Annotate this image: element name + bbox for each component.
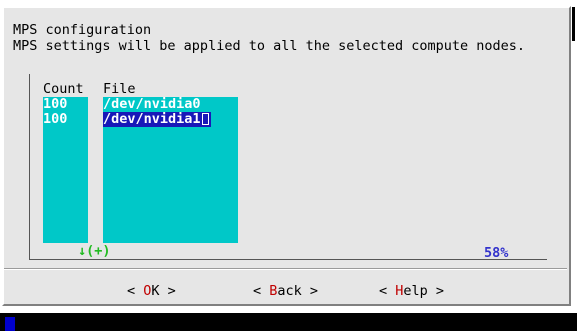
help-button-right-bracket: > bbox=[427, 283, 445, 299]
ok-button-left-bracket: < bbox=[127, 283, 144, 299]
back-button-label: ack bbox=[277, 283, 302, 299]
text-cursor bbox=[201, 113, 209, 125]
file-cell-row-1[interactable]: /dev/nvidia0 bbox=[103, 97, 201, 112]
terminal-bottom-bar bbox=[0, 313, 577, 331]
ok-button-right-bracket: > bbox=[159, 283, 176, 299]
scroll-percent: 58% bbox=[484, 245, 509, 261]
dialog-description: MPS settings will be applied to all the … bbox=[13, 38, 526, 54]
button-separator bbox=[4, 269, 567, 270]
back-button[interactable]: < Back > bbox=[253, 283, 318, 299]
back-button-left-bracket: < bbox=[253, 283, 270, 299]
help-button-label: elp bbox=[403, 283, 428, 299]
file-cell-row-2-selected[interactable]: /dev/nvidia1 bbox=[103, 112, 211, 127]
file-cell-row-2-text: /dev/nvidia1 bbox=[103, 111, 201, 127]
screen-edge-line bbox=[572, 7, 575, 41]
count-cell-row-2[interactable]: 100 bbox=[43, 112, 67, 127]
dialog-title: MPS configuration bbox=[13, 22, 152, 38]
scroll-down-indicator: ↓(+) bbox=[78, 243, 111, 259]
help-button-left-bracket: < bbox=[379, 283, 396, 299]
column-header-file: File bbox=[103, 81, 136, 97]
terminal-cursor-block bbox=[5, 317, 15, 331]
column-header-count: Count bbox=[43, 81, 84, 97]
ok-button[interactable]: < OK > bbox=[127, 283, 176, 299]
count-cell-row-1[interactable]: 100 bbox=[43, 97, 67, 112]
back-button-right-bracket: > bbox=[301, 283, 319, 299]
help-button[interactable]: < Help > bbox=[379, 283, 444, 299]
ok-button-label: K bbox=[151, 283, 160, 299]
